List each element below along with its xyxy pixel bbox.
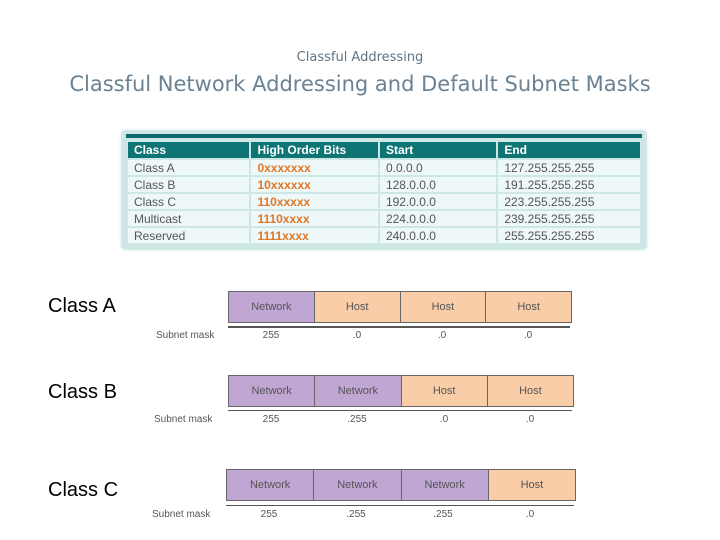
- class-a-divider: [228, 326, 570, 328]
- cell-start: 0.0.0.0: [379, 160, 497, 175]
- class-c-divider: [226, 505, 574, 506]
- cell-bits: 1111xxxx: [251, 228, 378, 243]
- class-c-label: Class C: [48, 479, 119, 501]
- mask-octet: .0: [525, 414, 535, 425]
- cell-end: 223.255.255.255: [498, 194, 640, 209]
- col-header-high-order-bits: High Order Bits: [251, 142, 378, 158]
- octet-segment-host: Host: [401, 376, 488, 406]
- table-row: Class B 10xxxxxx 128.0.0.0 191.255.255.2…: [128, 177, 640, 192]
- table-row: Class A 0xxxxxxx 0.0.0.0 127.255.255.255: [128, 160, 640, 175]
- octet-segment-host: Host: [486, 292, 571, 322]
- mask-octet: .0: [523, 330, 533, 341]
- octet-segment-network: Network: [227, 470, 315, 500]
- mask-octet: .255: [433, 509, 453, 520]
- col-header-end: End: [498, 142, 640, 158]
- class-b-mask-label: Subnet mask: [154, 414, 213, 425]
- cell-bits: 1110xxxx: [251, 211, 378, 226]
- class-c-octet-bar: Network Network Network Host: [226, 469, 576, 501]
- octet-segment-network: Network: [229, 292, 315, 322]
- classful-table-panel: Class High Order Bits Start End Class A …: [122, 131, 646, 249]
- cell-class: Class B: [128, 177, 250, 192]
- col-header-start: Start: [379, 142, 497, 158]
- class-b-label: Class B: [48, 381, 117, 403]
- mask-octet: 255: [262, 414, 280, 425]
- table-row: Reserved 1111xxxx 240.0.0.0 255.255.255.…: [128, 228, 640, 243]
- cell-start: 240.0.0.0: [379, 228, 497, 243]
- class-c-mask-label: Subnet mask: [152, 509, 211, 520]
- cell-start: 192.0.0.0: [379, 194, 497, 209]
- mask-octet: .0: [352, 330, 362, 341]
- table-top-bar: [126, 134, 642, 138]
- cell-bits: 10xxxxxx: [251, 177, 378, 192]
- octet-segment-host: Host: [400, 292, 487, 322]
- classful-address-table: Class High Order Bits Start End Class A …: [126, 140, 642, 245]
- mask-octet: .0: [439, 414, 449, 425]
- slide-subtitle: Classful Addressing: [296, 50, 424, 65]
- col-header-class: Class: [128, 142, 250, 158]
- class-a-mask-label: Subnet mask: [156, 330, 215, 341]
- class-a-label: Class A: [48, 295, 116, 317]
- table-row: Multicast 1110xxxx 224.0.0.0 239.255.255…: [128, 211, 640, 226]
- class-a-octet-bar: Network Host Host Host: [228, 291, 572, 323]
- cell-end: 255.255.255.255: [498, 228, 640, 243]
- mask-octet: 255: [260, 509, 278, 520]
- cell-end: 239.255.255.255: [498, 211, 640, 226]
- octet-segment-network: Network: [314, 470, 402, 500]
- octet-segment-host: Host: [487, 376, 573, 406]
- cell-bits: 0xxxxxxx: [251, 160, 378, 175]
- cell-class: Class C: [128, 194, 250, 209]
- octet-segment-network: Network: [401, 470, 489, 500]
- cell-bits: 110xxxxx: [251, 194, 378, 209]
- octet-segment-network: Network: [229, 376, 316, 406]
- cell-start: 224.0.0.0: [379, 211, 497, 226]
- class-b-octet-bar: Network Network Host Host: [228, 375, 574, 407]
- cell-class: Reserved: [128, 228, 250, 243]
- mask-octet: .0: [437, 330, 447, 341]
- table-header-row: Class High Order Bits Start End: [128, 142, 640, 158]
- cell-class: Class A: [128, 160, 250, 175]
- mask-octet: 255: [262, 330, 280, 341]
- slide-title: Classful Network Addressing and Default …: [69, 72, 651, 96]
- cell-end: 191.255.255.255: [498, 177, 640, 192]
- class-b-divider: [228, 410, 572, 411]
- octet-segment-network: Network: [315, 376, 402, 406]
- octet-segment-host: Host: [488, 470, 575, 500]
- octet-segment-host: Host: [314, 292, 401, 322]
- mask-octet: .0: [525, 509, 535, 520]
- cell-start: 128.0.0.0: [379, 177, 497, 192]
- mask-octet: .255: [346, 509, 366, 520]
- table-row: Class C 110xxxxx 192.0.0.0 223.255.255.2…: [128, 194, 640, 209]
- mask-octet: .255: [347, 414, 367, 425]
- cell-class: Multicast: [128, 211, 250, 226]
- cell-end: 127.255.255.255: [498, 160, 640, 175]
